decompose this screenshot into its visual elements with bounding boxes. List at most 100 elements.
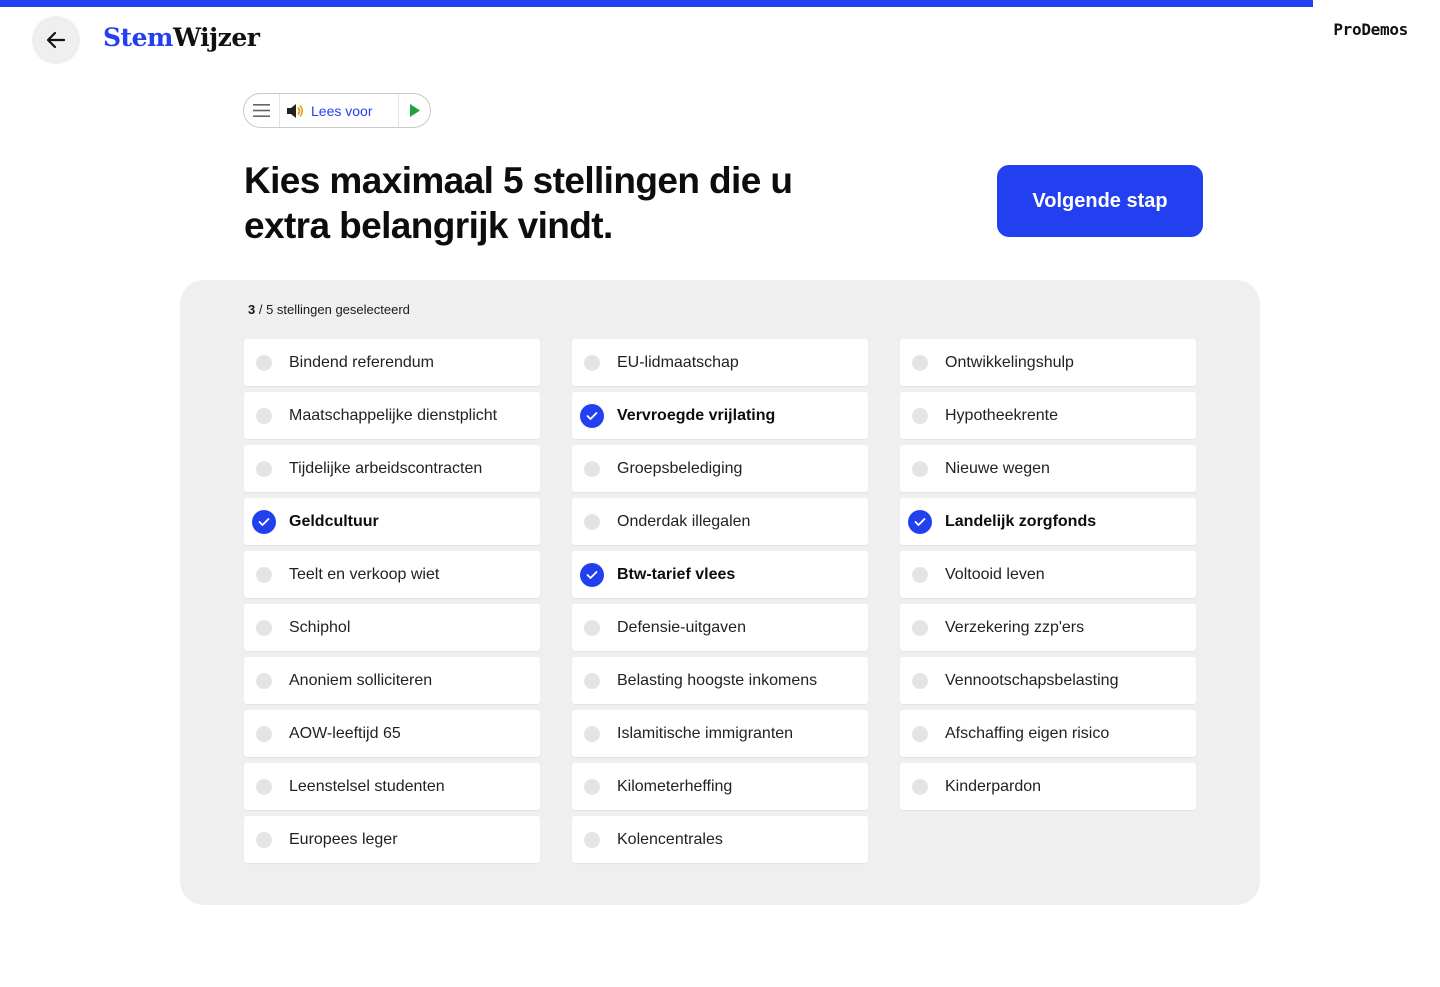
statement-label: Schiphol bbox=[289, 618, 351, 636]
progress-bar bbox=[0, 0, 1440, 7]
checkbox-unchecked[interactable] bbox=[584, 831, 600, 848]
checkbox-unchecked[interactable] bbox=[256, 407, 272, 424]
checkbox-unchecked[interactable] bbox=[256, 566, 272, 583]
speaker-icon bbox=[287, 103, 304, 118]
checkbox-unchecked[interactable] bbox=[912, 619, 928, 636]
statement-label: Vervroegde vrijlating bbox=[617, 406, 776, 424]
statement-item[interactable]: Verzekering zzp'ers bbox=[900, 604, 1196, 651]
statement-item[interactable]: Maatschappelijke dienstplicht bbox=[244, 392, 540, 439]
statement-item[interactable]: Hypotheekrente bbox=[900, 392, 1196, 439]
checkbox-unchecked[interactable] bbox=[256, 778, 272, 795]
statement-item[interactable]: Islamitische immigranten bbox=[572, 710, 868, 757]
statement-label: Belasting hoogste inkomens bbox=[617, 671, 818, 689]
statement-item[interactable]: Defensie-uitgaven bbox=[572, 604, 868, 651]
statement-item[interactable]: Kolencentrales bbox=[572, 816, 868, 863]
checkbox-checked[interactable] bbox=[580, 562, 604, 587]
statements-column-2: EU-lidmaatschap Vervroegde vrijlating Groe… bbox=[572, 339, 868, 869]
statement-label: Leenstelsel studenten bbox=[289, 777, 445, 795]
checkmark-icon bbox=[586, 411, 598, 420]
statement-item[interactable]: Teelt en verkoop wiet bbox=[244, 551, 540, 598]
statement-label: Defensie-uitgaven bbox=[617, 618, 746, 636]
statement-item[interactable]: Anoniem solliciteren bbox=[244, 657, 540, 704]
statement-item[interactable]: Geldcultuur bbox=[244, 498, 540, 545]
statement-label: Kilometerheffing bbox=[617, 777, 733, 795]
checkbox-checked[interactable] bbox=[252, 509, 276, 534]
statement-item[interactable]: Belasting hoogste inkomens bbox=[572, 657, 868, 704]
page-title: Kies maximaal 5 stellingen die u extra b… bbox=[244, 158, 864, 248]
checkbox-unchecked[interactable] bbox=[256, 619, 272, 636]
statement-item[interactable]: Leenstelsel studenten bbox=[244, 763, 540, 810]
statement-item[interactable]: Europees leger bbox=[244, 816, 540, 863]
statement-label: AOW-leeftijd 65 bbox=[289, 724, 401, 742]
checkbox-unchecked[interactable] bbox=[584, 354, 600, 371]
statement-item[interactable]: Onderdak illegalen bbox=[572, 498, 868, 545]
checkbox-unchecked[interactable] bbox=[912, 725, 928, 742]
progress-bar-fill bbox=[0, 0, 1314, 7]
statement-item[interactable]: EU-lidmaatschap bbox=[572, 339, 868, 386]
statement-label: Tijdelijke arbeidscontracten bbox=[289, 459, 483, 477]
prodemos-logo[interactable]: ProDemos bbox=[1333, 20, 1408, 39]
statement-item[interactable]: Vervroegde vrijlating bbox=[572, 392, 868, 439]
checkbox-unchecked[interactable] bbox=[912, 778, 928, 795]
checkmark-icon bbox=[586, 570, 598, 579]
statement-label: Geldcultuur bbox=[289, 512, 379, 530]
statement-item[interactable]: Landelijk zorgfonds bbox=[900, 498, 1196, 545]
statement-item[interactable]: Schiphol bbox=[244, 604, 540, 651]
statement-item[interactable]: Nieuwe wegen bbox=[900, 445, 1196, 492]
readspeaker-menu-button[interactable] bbox=[244, 94, 281, 127]
statements-column-3: Ontwikkelingshulp Hypotheekrente Nieuwe we… bbox=[900, 339, 1196, 816]
back-button[interactable] bbox=[32, 16, 80, 64]
page-title-line-1: Kies maximaal 5 stellingen die u bbox=[244, 160, 793, 201]
statement-item[interactable]: Kilometerheffing bbox=[572, 763, 868, 810]
statement-label: Groepsbelediging bbox=[617, 459, 743, 477]
checkbox-unchecked[interactable] bbox=[912, 566, 928, 583]
logo-part-stem: Stem bbox=[103, 23, 173, 52]
stemwijzer-logo[interactable]: StemWijzer bbox=[103, 22, 260, 54]
readspeaker-widget: Lees voor bbox=[243, 93, 431, 128]
statement-label: Europees leger bbox=[289, 830, 398, 848]
checkbox-unchecked[interactable] bbox=[912, 460, 928, 477]
checkbox-checked[interactable] bbox=[908, 509, 932, 534]
statement-item[interactable]: Ontwikkelingshulp bbox=[900, 339, 1196, 386]
checkbox-unchecked[interactable] bbox=[584, 513, 600, 530]
selection-counter-text: / 5 stellingen geselecteerd bbox=[255, 302, 410, 317]
statement-item[interactable]: Groepsbelediging bbox=[572, 445, 868, 492]
checkbox-unchecked[interactable] bbox=[256, 725, 272, 742]
statement-item[interactable]: Btw-tarief vlees bbox=[572, 551, 868, 598]
checkbox-unchecked[interactable] bbox=[912, 672, 928, 689]
hamburger-icon bbox=[253, 104, 271, 117]
statement-item[interactable]: Voltooid leven bbox=[900, 551, 1196, 598]
checkbox-unchecked[interactable] bbox=[256, 672, 272, 689]
statement-item[interactable]: Bindend referendum bbox=[244, 339, 540, 386]
checkbox-unchecked[interactable] bbox=[584, 460, 600, 477]
readspeaker-label[interactable]: Lees voor bbox=[304, 103, 398, 119]
statement-label: Voltooid leven bbox=[945, 565, 1045, 583]
statement-item[interactable]: AOW-leeftijd 65 bbox=[244, 710, 540, 757]
statement-item[interactable]: Vennootschapsbelasting bbox=[900, 657, 1196, 704]
readspeaker-play-button[interactable] bbox=[398, 94, 430, 127]
statement-label: Landelijk zorgfonds bbox=[945, 512, 1097, 530]
arrow-left-icon bbox=[46, 31, 66, 49]
checkbox-unchecked[interactable] bbox=[912, 354, 928, 371]
statement-item[interactable]: Tijdelijke arbeidscontracten bbox=[244, 445, 540, 492]
checkbox-unchecked[interactable] bbox=[256, 831, 272, 848]
checkbox-checked[interactable] bbox=[580, 403, 604, 428]
statement-label: Bindend referendum bbox=[289, 353, 434, 371]
checkbox-unchecked[interactable] bbox=[584, 778, 600, 795]
readspeaker-speaker bbox=[280, 103, 304, 119]
statements-column-1: Bindend referendum Maatschappelijke diens… bbox=[244, 339, 540, 869]
next-step-button[interactable]: Volgende stap bbox=[997, 165, 1203, 237]
checkbox-unchecked[interactable] bbox=[912, 407, 928, 424]
statement-label: Btw-tarief vlees bbox=[617, 565, 736, 583]
statement-label: Hypotheekrente bbox=[945, 406, 1058, 424]
statement-item[interactable]: Kinderpardon bbox=[900, 763, 1196, 810]
logo-part-wijzer: Wijzer bbox=[172, 23, 260, 52]
checkbox-unchecked[interactable] bbox=[584, 672, 600, 689]
checkbox-unchecked[interactable] bbox=[584, 725, 600, 742]
statement-item[interactable]: Afschaffing eigen risico bbox=[900, 710, 1196, 757]
checkbox-unchecked[interactable] bbox=[256, 354, 272, 371]
statement-label: Verzekering zzp'ers bbox=[945, 618, 1085, 636]
checkbox-unchecked[interactable] bbox=[584, 619, 600, 636]
checkmark-icon bbox=[258, 517, 270, 526]
checkbox-unchecked[interactable] bbox=[256, 460, 272, 477]
